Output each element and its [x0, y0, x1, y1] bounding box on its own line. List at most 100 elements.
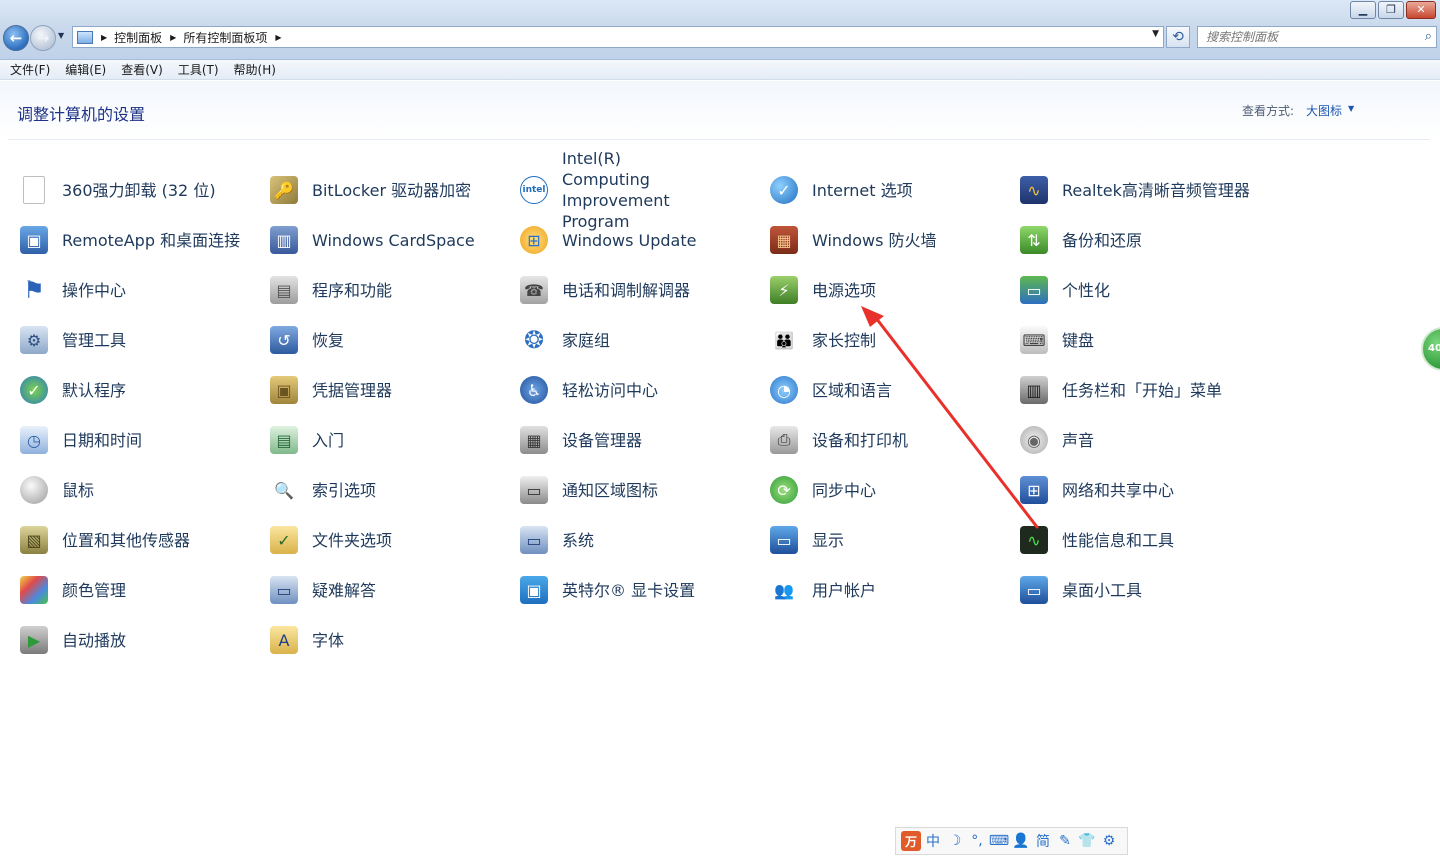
chinese-mode-icon[interactable]: 中	[923, 831, 943, 851]
control-panel-item-label: 区域和语言	[812, 380, 893, 400]
control-panel-item[interactable]: ⎙ 设备和打印机	[768, 420, 908, 460]
close-button[interactable]: ✕	[1406, 1, 1436, 19]
control-panel-item[interactable]: ✓ 文件夹选项	[268, 520, 392, 560]
forward-button[interactable]: →	[30, 25, 56, 51]
control-panel-item[interactable]: 🔑 BitLocker 驱动器加密	[268, 170, 471, 210]
search-box[interactable]: ⌕	[1197, 26, 1437, 48]
breadcrumb-all-items[interactable]: 所有控制面板项	[183, 29, 267, 46]
fonts-icon-glyph: A	[270, 626, 298, 654]
skin-icon[interactable]: ✎	[1055, 831, 1075, 851]
control-panel-item-label: 性能信息和工具	[1062, 530, 1175, 550]
control-panel-item[interactable]: ∿ Realtek高清晰音频管理器	[1018, 170, 1250, 210]
control-panel-item[interactable]: ▥ Windows CardSpace	[268, 220, 475, 260]
ime-logo-icon[interactable]: 万	[901, 831, 921, 851]
control-panel-item[interactable]: ▣ 英特尔® 显卡设置	[518, 570, 695, 610]
menu-help[interactable]: 帮助(H)	[234, 61, 276, 78]
credential-manager-icon: ▣	[268, 374, 300, 406]
control-panel-item[interactable]: ◔ 区域和语言	[768, 370, 892, 410]
control-panel-item[interactable]: ✓ Internet 选项	[768, 170, 913, 210]
half-width-icon[interactable]: ☽	[945, 831, 965, 851]
control-panel-item[interactable]: A 字体	[268, 620, 344, 660]
sound-speaker-icon-glyph: ◉	[1020, 426, 1048, 454]
chevron-down-icon[interactable]: ▼	[1348, 104, 1354, 113]
breadcrumb-separator-icon[interactable]: ▶	[275, 33, 281, 42]
search-icon[interactable]: ⌕	[1425, 29, 1432, 44]
control-panel-item[interactable]: ↺ 恢复	[268, 320, 344, 360]
settings-gear-icon[interactable]: ⚙	[1099, 831, 1119, 851]
menu-file[interactable]: 文件(F)	[10, 61, 50, 78]
breadcrumb-control-panel[interactable]: 控制面板	[114, 29, 162, 46]
control-panel-item[interactable]: ⊞ Windows Update	[518, 220, 696, 260]
control-panel-item[interactable]: intel Intel(R) Computing Improvement Prog…	[518, 149, 670, 231]
control-panel-item[interactable]: ▭ 疑难解答	[268, 570, 376, 610]
recent-pages-dropdown[interactable]: ▼	[58, 31, 64, 40]
control-panel-item[interactable]: ▭ 桌面小工具	[1018, 570, 1142, 610]
control-panel-item[interactable]: ⌨ 键盘	[1018, 320, 1094, 360]
address-bar[interactable]: ▶ 控制面板 ▶ 所有控制面板项 ▶ ▼	[72, 26, 1164, 48]
control-panel-item[interactable]: ▦ 设备管理器	[518, 420, 642, 460]
soft-keyboard-icon[interactable]: ⌨	[989, 831, 1009, 851]
devices-printers-icon-glyph: ⎙	[770, 426, 798, 454]
phone-modem-icon-glyph: ☎	[520, 276, 548, 304]
control-panel-item-label: 自动播放	[62, 630, 127, 650]
control-panel-item[interactable]: ▥ 任务栏和「开始」菜单	[1018, 370, 1222, 410]
menu-view[interactable]: 查看(V)	[121, 61, 163, 78]
windows-update-icon-glyph: ⊞	[520, 226, 548, 254]
menu-bar: 文件(F) 编辑(E) 查看(V) 工具(T) 帮助(H)	[0, 60, 1440, 80]
homegroup-icon: ❂	[518, 324, 550, 356]
control-panel-item[interactable]: ♿ 轻松访问中心	[518, 370, 658, 410]
shirt-icon[interactable]: 👕	[1077, 831, 1097, 851]
user-icon[interactable]: 👤	[1011, 831, 1031, 851]
control-panel-item[interactable]: 👪 家长控制	[768, 320, 876, 360]
control-panel-item[interactable]: ▭ 系统	[518, 520, 594, 560]
internet-options-icon: ✓	[768, 174, 800, 206]
control-panel-item-label: 凭据管理器	[312, 380, 393, 400]
address-history-dropdown-icon[interactable]: ▼	[1152, 29, 1159, 39]
control-panel-item[interactable]: 👥 用户帐户	[768, 570, 876, 610]
control-panel-item[interactable]: ▣ RemoteApp 和桌面连接	[18, 220, 240, 260]
control-panel-item[interactable]: ▤ 入门	[268, 420, 344, 460]
view-by-dropdown[interactable]: 大图标	[1306, 102, 1342, 119]
control-panel-item[interactable]: 360强力卸载 (32 位)	[18, 170, 216, 210]
control-panel-item[interactable]: ⚡ 电源选项	[768, 270, 876, 310]
control-panel-item[interactable]: ✓ 默认程序	[18, 370, 126, 410]
keyboard-icon-glyph: ⌨	[1020, 326, 1048, 354]
control-panel-item-label: 索引选项	[312, 480, 377, 500]
breadcrumb-separator-icon[interactable]: ▶	[170, 33, 176, 42]
control-panel-item[interactable]: ▭ 个性化	[1018, 270, 1110, 310]
restore-button[interactable]: ❐	[1378, 1, 1404, 19]
control-panel-item-label: 英特尔® 显卡设置	[562, 580, 696, 600]
control-panel-item[interactable]: ⟳ 同步中心	[768, 470, 876, 510]
back-button[interactable]: ←	[3, 25, 29, 51]
control-panel-item[interactable]: ☎ 电话和调制解调器	[518, 270, 690, 310]
search-input[interactable]	[1206, 30, 1416, 44]
menu-edit[interactable]: 编辑(E)	[65, 61, 106, 78]
control-panel-item[interactable]: ▶ 自动播放	[18, 620, 126, 660]
punctuation-icon[interactable]: °,	[967, 831, 987, 851]
control-panel-item[interactable]: 鼠标	[18, 470, 94, 510]
floating-assistant-badge[interactable]: 40	[1421, 327, 1440, 371]
refresh-button[interactable]: ⟲	[1166, 26, 1190, 48]
simplified-chinese-icon[interactable]: 简	[1033, 831, 1053, 851]
control-panel-item[interactable]: ▧ 位置和其他传感器	[18, 520, 190, 560]
control-panel-item[interactable]: ▤ 程序和功能	[268, 270, 392, 310]
control-panel-item[interactable]: 🔍 索引选项	[268, 470, 376, 510]
control-panel-item[interactable]: ▣ 凭据管理器	[268, 370, 392, 410]
control-panel-item[interactable]: ∿ 性能信息和工具	[1018, 520, 1174, 560]
control-panel-item[interactable]: ⚙ 管理工具	[18, 320, 126, 360]
control-panel-item[interactable]: 颜色管理	[18, 570, 126, 610]
minimize-button[interactable]: ▁	[1350, 1, 1376, 19]
control-panel-item[interactable]: ◉ 声音	[1018, 420, 1094, 460]
control-panel-item[interactable]: ⚑ 操作中心	[18, 270, 126, 310]
getting-started-icon-glyph: ▤	[270, 426, 298, 454]
control-panel-item[interactable]: ❂ 家庭组	[518, 320, 610, 360]
breadcrumb-separator-icon[interactable]: ▶	[101, 33, 107, 42]
control-panel-item[interactable]: ▭ 通知区域图标	[518, 470, 658, 510]
control-panel-item[interactable]: ⊞ 网络和共享中心	[1018, 470, 1174, 510]
control-panel-item[interactable]: ▦ Windows 防火墙	[768, 220, 937, 260]
control-panel-item[interactable]: ◷ 日期和时间	[18, 420, 142, 460]
control-panel-item[interactable]: ⇅ 备份和还原	[1018, 220, 1142, 260]
control-panel-item[interactable]: ▭ 显示	[768, 520, 844, 560]
indexing-options-icon: 🔍	[268, 474, 300, 506]
menu-tools[interactable]: 工具(T)	[178, 61, 219, 78]
